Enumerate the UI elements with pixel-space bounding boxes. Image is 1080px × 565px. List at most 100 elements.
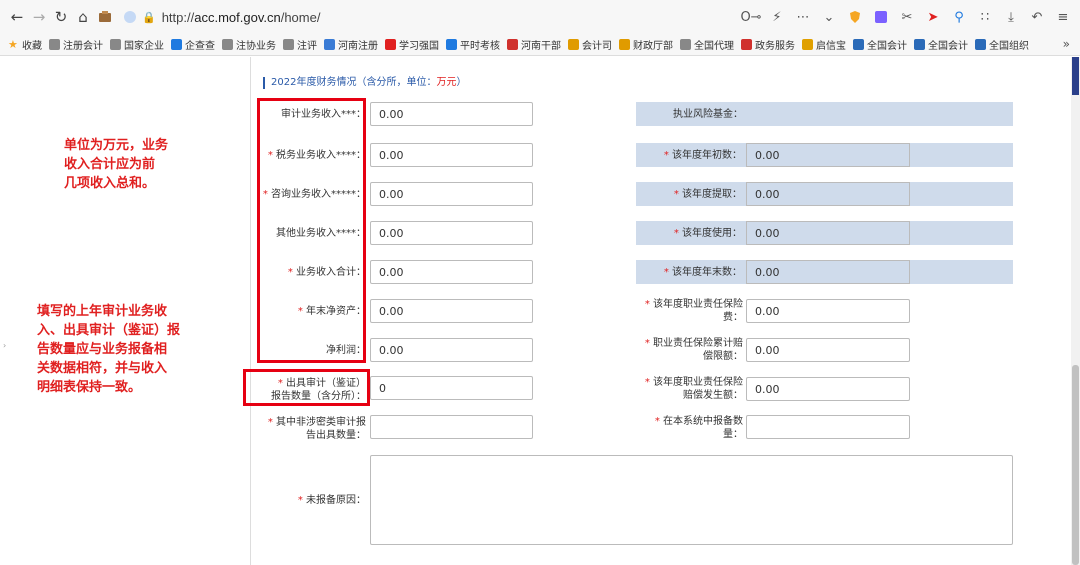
search-icon[interactable]: ⚲ [948,6,970,28]
menu-icon[interactable]: ≡ [1052,6,1074,28]
download-icon[interactable]: ⤓ [1000,6,1022,28]
bookmark-label: 会计司 [582,41,612,52]
field-input[interactable]: 0.00 [370,338,533,362]
bookmark-item[interactable]: 注评 [283,37,317,52]
bookmark-label: 河南干部 [521,41,561,52]
bookmark-item[interactable]: 河南注册 [324,37,378,52]
bookmarks-bar: ★ 收藏 注册会计 国家企业 企查查 注协业务 注评 河南注册 学习强国 平时考核 河南干部 会计司 财… [0,34,1080,56]
bookmark-item[interactable]: 全国组织 [975,37,1029,52]
key-icon[interactable]: O⊸ [740,6,762,28]
report-count-input[interactable]: 0 [370,376,533,400]
bookmark-item[interactable]: 国家企业 [110,37,164,52]
bookmark-icon [914,39,925,50]
bookmark-item[interactable]: 全国代理 [680,37,734,52]
address-bar[interactable]: 🔒 http://acc.mof.gov.cn/home/ [124,5,320,29]
bookmark-icon [741,39,752,50]
highlight-box-income [257,98,366,363]
shield-icon[interactable] [844,6,866,28]
reload-icon[interactable]: ↻ [50,6,72,28]
scrollbar-thumb[interactable] [1072,365,1079,565]
bookmark-label: 注册会计 [63,41,103,52]
fund-use-input[interactable]: 0.00 [746,221,910,245]
bookmark-item[interactable]: 河南干部 [507,37,561,52]
bookmark-icon [222,39,233,50]
field-input[interactable]: 0.00 [370,221,533,245]
note-line: 填写的上年审计业务收 [37,304,168,319]
highlight-box-report-count [243,369,370,406]
bookmark-label: 财政厅部 [633,41,673,52]
back-icon[interactable]: ← [6,6,28,28]
chevron-down-icon[interactable]: ⌄ [818,6,840,28]
wallet-icon[interactable] [94,6,116,28]
annotation-note-2: 填写的上年审计业务收 入、出具审计（鉴证）报 告数量应与业务报备相 关数据相符，… [37,302,212,397]
bookmark-icon [49,39,60,50]
fund-begin-input[interactable]: 0.00 [746,143,910,167]
undo-icon[interactable]: ↶ [1026,6,1048,28]
bookmark-label: 全国代理 [694,41,734,52]
scroll-to-top-button[interactable] [1072,57,1079,95]
fund-end-tail [910,260,1013,284]
field-input[interactable]: 0.00 [370,102,533,126]
reason-textarea[interactable] [370,455,1013,545]
collapse-handle[interactable]: › [3,341,6,350]
fund-end-input[interactable]: 0.00 [746,260,910,284]
field-input[interactable]: 0.00 [370,260,533,284]
page-content: 单位为万元，业务 收入合计应为前 几项收入总和。 填写的上年审计业务收 入、出具… [0,57,1071,565]
bookmark-icon [171,39,182,50]
filed-count-input[interactable] [746,415,910,439]
scissors-icon[interactable]: ✂ [896,6,918,28]
fund-use-tail [910,221,1013,245]
bookmark-label: 全国会计 [867,41,907,52]
non-secret-count-input[interactable] [370,415,533,439]
fund-draw-input[interactable]: 0.00 [746,182,910,206]
note-line: 收入合计应为前 [64,157,156,172]
bookmark-icon [568,39,579,50]
more-icon[interactable]: ⋯ [792,6,814,28]
note-line: 关数据相符，并与收入 [37,361,168,376]
star-icon: ★ [8,38,18,51]
bookmark-icon [619,39,630,50]
site-icon [124,11,136,23]
fund-draw-label: * 该年度提取： [673,189,742,200]
grid-icon[interactable]: ∷ [974,6,996,28]
bookmark-icon [975,39,986,50]
bookmarks-overflow-icon[interactable]: » [1063,37,1070,51]
bookmark-item[interactable]: 全国会计 [853,37,907,52]
liability-limit-label: * 职业责任保险累计赔 偿限额： [644,338,743,362]
bookmark-icon [324,39,335,50]
lightning-icon[interactable]: ⚡ [766,6,788,28]
bookmark-label: 平时考核 [460,41,500,52]
annotation-note-1: 单位为万元，业务 收入合计应为前 几项收入总和。 [64,136,204,193]
bookmark-label: 河南注册 [338,41,378,52]
bookmark-label: 全国会计 [928,41,968,52]
forward-icon[interactable]: → [28,6,50,28]
premium-input[interactable]: 0.00 [746,299,910,323]
liability-limit-input[interactable]: 0.00 [746,338,910,362]
claims-input[interactable]: 0.00 [746,377,910,401]
bookmark-item[interactable]: 全国会计 [914,37,968,52]
field-input[interactable]: 0.00 [370,143,533,167]
bookmark-item[interactable]: 注册会计 [49,37,103,52]
bookmark-item[interactable]: 平时考核 [446,37,500,52]
bookmark-item[interactable]: 财政厅部 [619,37,673,52]
bookmark-item[interactable]: ★ 收藏 [8,37,42,52]
bookmark-item[interactable]: 学习强国 [385,37,439,52]
field-input[interactable]: 0.00 [370,299,533,323]
note-line: 告数量应与业务报备相 [37,342,168,357]
home-icon[interactable]: ⌂ [72,6,94,28]
bookmark-label: 启信宝 [816,41,846,52]
bookmark-item[interactable]: 启信宝 [802,37,846,52]
bookmark-icon [507,39,518,50]
non-secret-count-label: * 其中非涉密类审计报 告出具数量： [255,416,366,442]
bookmark-item[interactable]: 政务服务 [741,37,795,52]
field-input[interactable]: 0.00 [370,182,533,206]
fund-begin-label: * 该年度年初数： [663,150,742,161]
insecure-icon[interactable]: 🔒 [142,11,156,24]
bookmark-item[interactable]: 会计司 [568,37,612,52]
section-title-close: ） [456,77,467,88]
chart-icon[interactable]: ➤ [922,6,944,28]
bookmark-item[interactable]: 注协业务 [222,37,276,52]
bookmark-item[interactable]: 企查查 [171,37,215,52]
extension-icon[interactable] [870,6,892,28]
bookmark-icon [283,39,294,50]
